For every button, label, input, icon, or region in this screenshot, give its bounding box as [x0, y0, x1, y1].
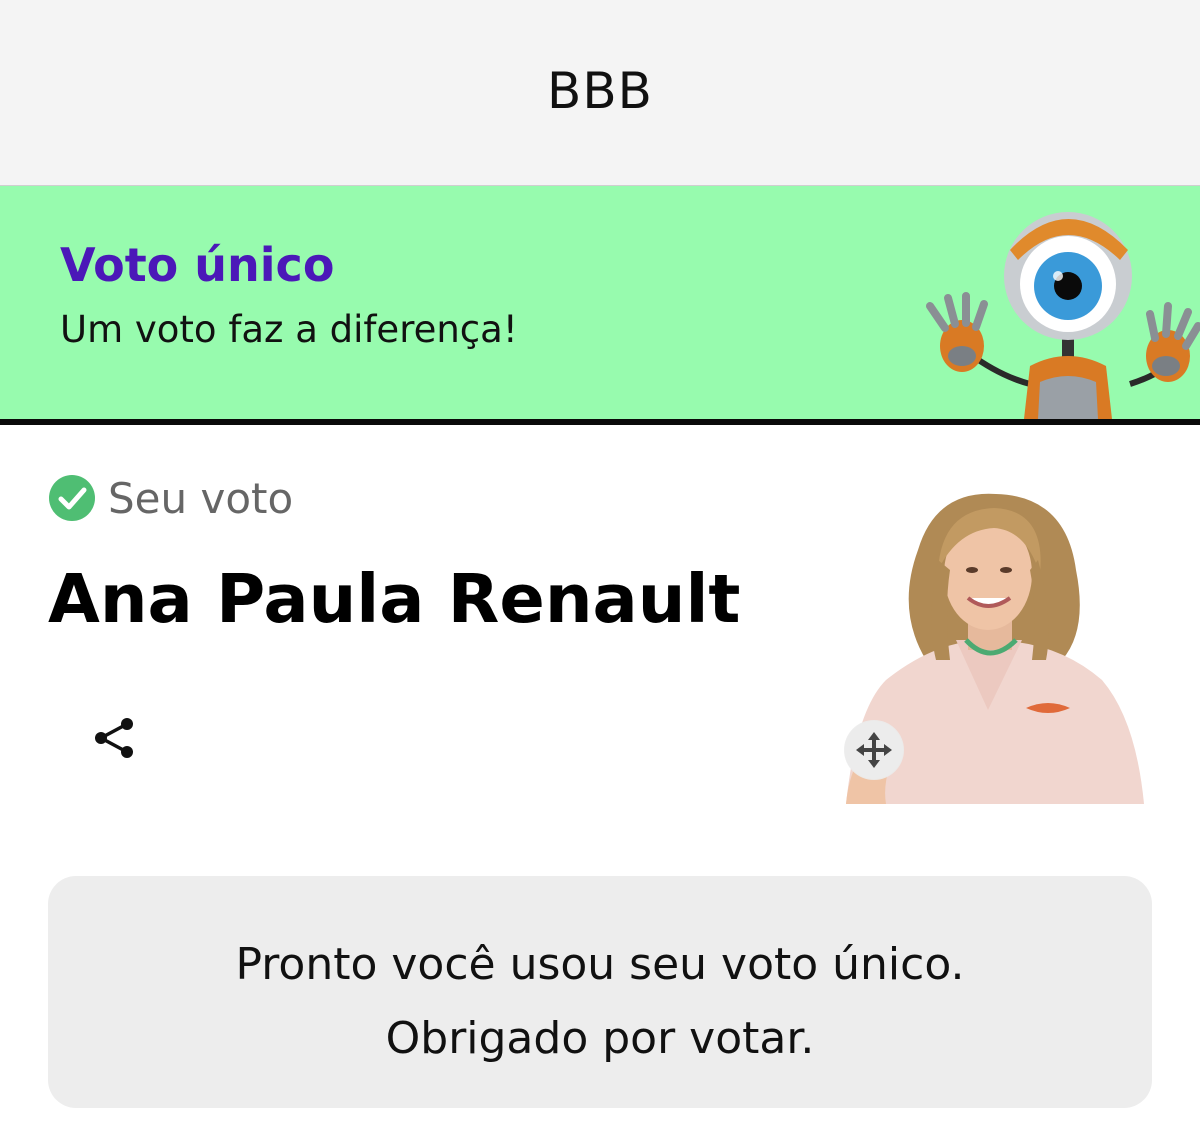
vote-status-label: Seu voto	[108, 473, 294, 523]
vote-confirmation-notice: Pronto você usou seu voto único. Obrigad…	[48, 876, 1152, 1108]
banner-heading: Voto único	[60, 238, 335, 292]
top-bar: BBB	[0, 0, 1200, 186]
vote-status: Seu voto	[48, 472, 293, 524]
big-brother-mascot-icon	[926, 212, 1200, 419]
notice-line-2: Obrigado por votar.	[385, 1013, 815, 1064]
check-circle-icon	[49, 475, 95, 521]
share-icon[interactable]	[92, 716, 136, 760]
candidate-name: Ana Paula Renault	[48, 560, 741, 638]
move-arrows-icon[interactable]	[844, 720, 904, 780]
page-title: BBB	[547, 62, 653, 120]
notice-line-1: Pronto você usou seu voto único.	[235, 939, 965, 990]
voto-unico-banner: Voto único Um voto faz a diferença!	[0, 186, 1200, 425]
banner-subheading: Um voto faz a diferença!	[60, 308, 518, 351]
